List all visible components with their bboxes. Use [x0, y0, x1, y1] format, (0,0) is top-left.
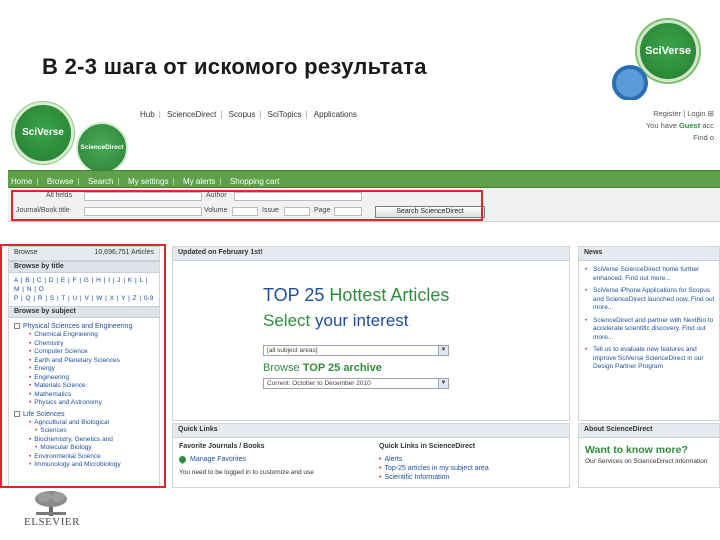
presentation-slide: В 2-3 шага от искомого результата SciVer…	[0, 0, 720, 540]
decorative-circle	[612, 65, 648, 101]
manage-favorites-link[interactable]: Manage Favorites	[177, 454, 369, 465]
embedded-screenshot: SciVerse ScienceDirect Hub | ScienceDirec…	[0, 100, 720, 488]
nav-hub[interactable]: Hub	[136, 110, 159, 119]
heart-icon	[177, 454, 188, 465]
about-panel: About ScienceDirect Want to know more? O…	[578, 423, 720, 488]
news-item[interactable]: ScienceDirect and partner with NextBio t…	[579, 317, 719, 347]
nav-browse[interactable]: Browse	[44, 177, 77, 186]
sciencedirect-logo-text: ScienceDirect	[80, 144, 124, 151]
about-heading: About ScienceDirect	[579, 424, 719, 438]
login-icon: ⊞	[707, 109, 714, 118]
chevron-down-icon: ▼	[438, 379, 448, 388]
quick-link-item[interactable]: Top-25 articles in my subject area	[379, 464, 565, 473]
site-header: SciVerse ScienceDirect Hub | ScienceDirec…	[8, 100, 720, 174]
top25-heading: TOP 25 Hottest Articles	[263, 285, 450, 305]
news-heading: News	[579, 247, 719, 261]
login-link[interactable]: Login	[687, 109, 705, 118]
favorites-column: Favorite Journals / Books Manage Favorit…	[177, 442, 369, 477]
guest-label: Guest	[678, 121, 701, 130]
tree-icon	[35, 491, 67, 516]
news-panel: News SciVerse ScienceDirect home further…	[578, 246, 720, 421]
product-nav: Hub | ScienceDirect | Scopus | SciTopics | A…	[136, 110, 361, 119]
quick-links-column: Quick Links in ScienceDirect Alerts Top-…	[379, 442, 565, 482]
account-links: Register | Login ⊞ You have Guest acc Fi…	[645, 109, 714, 142]
favorites-title: Favorite Journals / Books	[179, 443, 265, 450]
nav-my-settings[interactable]: My settings	[125, 177, 171, 186]
browse-highlight-box	[0, 244, 166, 488]
nav-scopus[interactable]: Scopus	[225, 110, 260, 119]
nav-applications[interactable]: Applications	[310, 110, 361, 119]
quick-links-heading: Quick Links	[173, 424, 569, 438]
updated-heading: Updated on February 1st!	[173, 247, 569, 261]
news-item[interactable]: SciVerse iPhone Applications for Scopus …	[579, 287, 719, 317]
quick-link-item[interactable]: Scientific Information	[379, 473, 565, 482]
sciverse-logo-text: SciVerse	[645, 45, 691, 57]
sciverse-logo: SciVerse	[637, 20, 699, 82]
sciverse-site-logo[interactable]: SciVerse	[12, 102, 74, 164]
top25-panel: Updated on February 1st! TOP 25 Hottest …	[172, 246, 570, 421]
nav-sciencedirect[interactable]: ScienceDirect	[163, 110, 220, 119]
want-to-know-more[interactable]: Want to know more?	[579, 438, 719, 458]
nav-shopping-cart[interactable]: Shopping cart	[227, 177, 282, 186]
about-text: Our Services on ScienceDirect informatio…	[585, 458, 708, 465]
sciverse-site-logo-text: SciVerse	[22, 127, 64, 138]
register-link[interactable]: Register	[653, 109, 681, 118]
nav-search[interactable]: Search	[85, 177, 116, 186]
chevron-down-icon: ▼	[438, 346, 448, 355]
news-item[interactable]: Tell us to evaluate new features and imp…	[579, 346, 719, 376]
browse-top25-archive[interactable]: Browse TOP 25 archive	[263, 362, 382, 374]
quick-link-item[interactable]: Alerts	[379, 455, 565, 464]
quick-links-subtitle: Quick Links in ScienceDirect	[379, 443, 476, 450]
elsevier-wordmark: ELSEVIER	[24, 516, 80, 528]
login-note: You need to be logged in to customize an…	[179, 469, 314, 476]
select-interest-heading: Select your interest	[263, 311, 409, 330]
nav-home[interactable]: Home	[8, 177, 35, 186]
news-item[interactable]: SciVerse ScienceDirect home further enha…	[579, 266, 719, 287]
slide-title: В 2-3 шага от искомого результата	[42, 54, 427, 79]
search-highlight-box	[11, 190, 483, 221]
elsevier-logo: ELSEVIER	[22, 490, 82, 534]
nav-scitopics[interactable]: SciTopics	[264, 110, 306, 119]
archive-period-dropdown[interactable]: Current: October to December 2010 ▼	[263, 378, 449, 389]
sciencedirect-logo[interactable]: ScienceDirect	[76, 122, 128, 174]
find-out-link[interactable]: Find o	[693, 133, 714, 142]
main-nav-bar: Home | Browse | Search | My settings | My al…	[8, 170, 720, 188]
nav-my-alerts[interactable]: My alerts	[180, 177, 218, 186]
quick-links-panel: Quick Links Favorite Journals / Books Ma…	[172, 423, 570, 488]
welcome-suffix: acc	[702, 121, 714, 130]
welcome-prefix: You have	[645, 121, 677, 130]
subject-area-dropdown[interactable]: [all subject areas] ▼	[263, 345, 449, 356]
